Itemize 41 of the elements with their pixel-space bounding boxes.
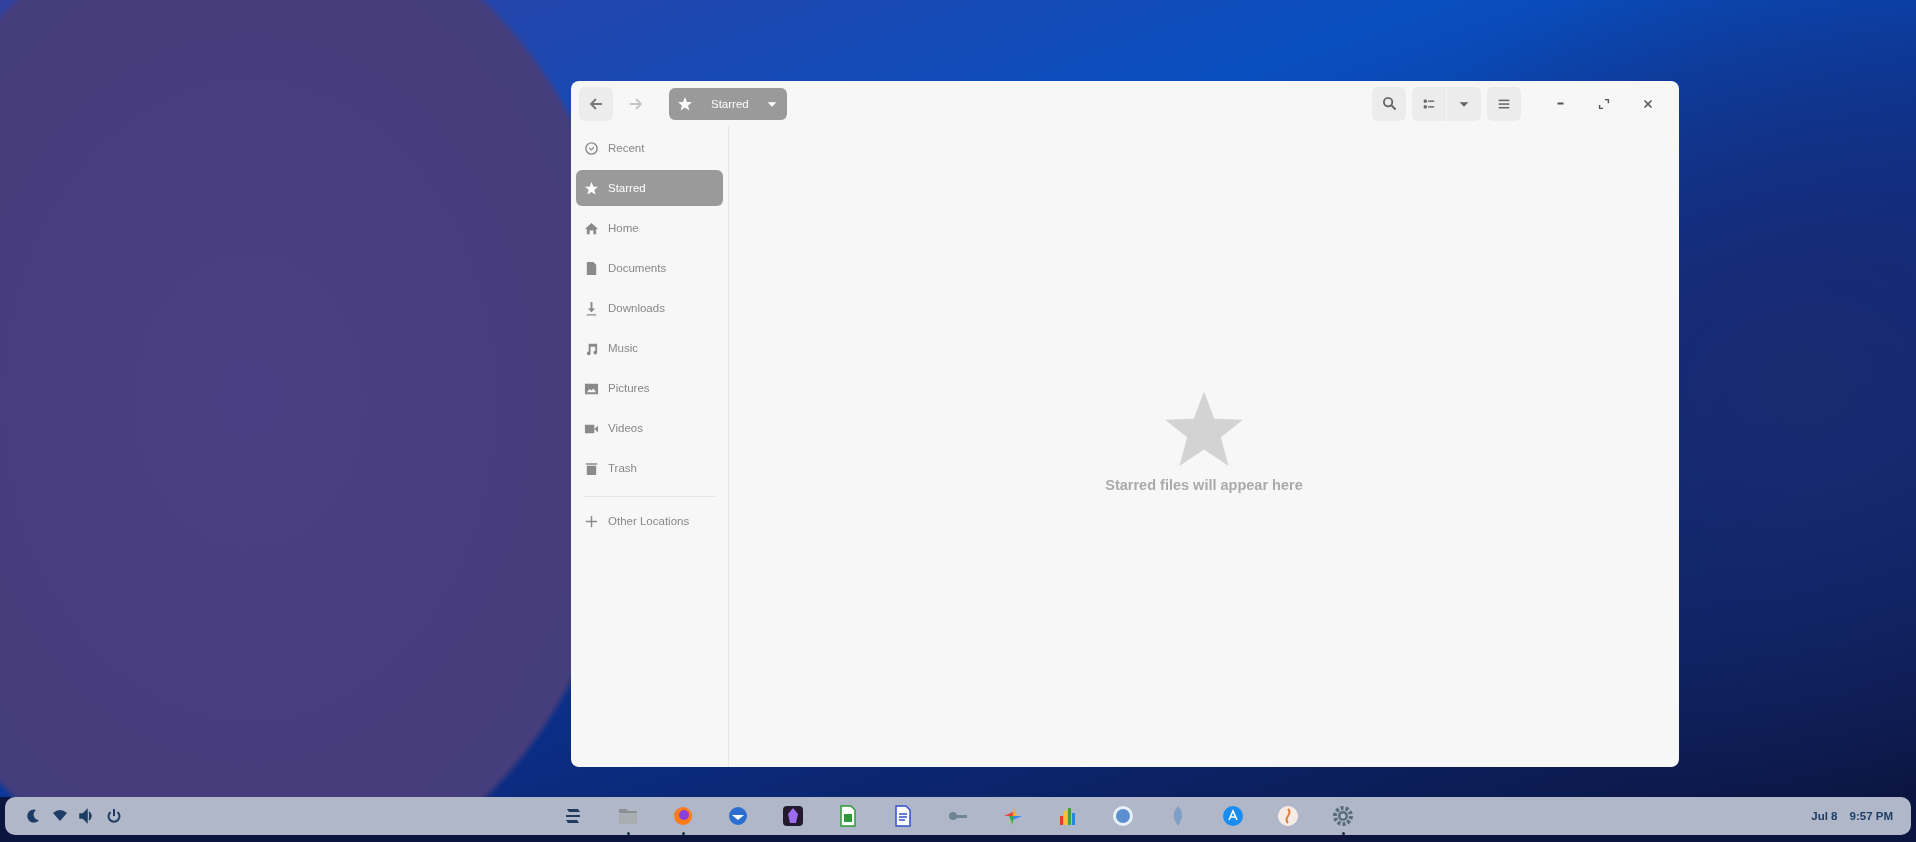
menu-button[interactable] [1487,86,1521,121]
volume-button[interactable] [79,808,95,824]
clock: 9:57 PM [1849,810,1893,822]
search-icon [1381,96,1397,111]
power-button[interactable] [106,808,122,824]
night-button[interactable] [25,808,41,824]
documents-icon [584,260,599,276]
moon-icon [25,808,41,824]
maximize-icon [1597,96,1611,111]
sidebar-item[interactable]: Pictures [576,370,723,406]
sidebar-item[interactable]: Downloads [576,290,723,326]
sidebar-item[interactable]: Home [576,210,723,246]
date-label: Jul 8 [1811,810,1838,822]
browser-icon [671,804,695,828]
app-store-icon [1221,804,1245,828]
sidebar-item[interactable]: Videos [576,410,723,446]
sidebar-item[interactable]: Documents [576,250,723,286]
forward-arrow-icon [628,95,644,112]
mail-icon [726,804,750,828]
empty-state-message: Starred files will appear here [1105,476,1303,493]
volume-icon [79,808,95,824]
star-icon [677,95,693,112]
recent-icon [584,140,599,156]
sidebar-item[interactable]: Starred [576,170,723,206]
sidebar-item[interactable]: Other Locations [576,503,723,539]
sidebar-item[interactable]: Trash [576,450,723,486]
trash-icon [584,460,599,476]
back-button[interactable] [579,86,613,121]
sidebar-item[interactable]: Music [576,330,723,366]
settings-icon [1331,804,1355,828]
power-icon [106,808,122,824]
minimize-icon [1555,102,1565,105]
downloads-icon [584,300,599,316]
plus-icon [584,513,599,529]
crystal-icon [781,804,805,828]
home-icon [584,220,599,236]
location-button[interactable]: Starred [669,87,787,120]
starred-icon [584,180,599,196]
search-button[interactable] [1372,86,1406,121]
sidebar-item[interactable]: Recent [576,130,723,166]
back-arrow-icon [588,95,604,112]
